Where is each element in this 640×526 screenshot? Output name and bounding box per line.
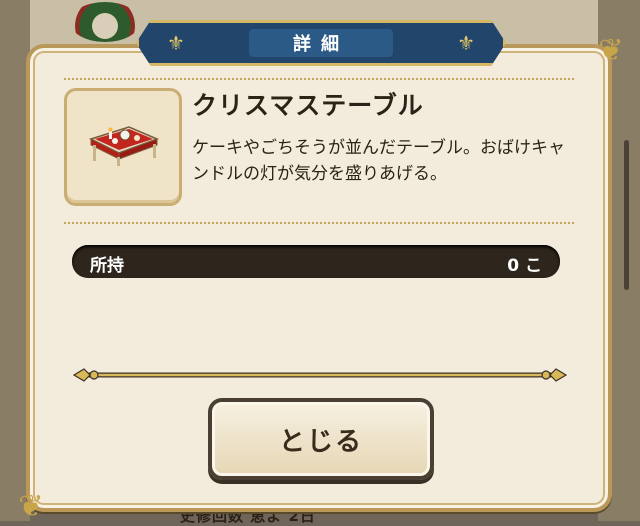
item-thumbnail [64,88,182,206]
fleur-de-lis-icon: ⚜ [167,31,185,55]
item-name: クリスマステーブル [192,91,424,120]
corner-ornament-icon: ❦ [598,33,624,68]
dialog-title-banner: ⚜ 詳細 ⚜ [136,20,506,66]
dialog-title: 詳細 [293,34,349,55]
ornamental-divider [72,368,568,382]
owned-value: 0 こ [507,256,542,276]
wreath-icon [70,2,140,42]
corner-ornament-icon: ❦ [18,489,44,524]
christmas-table-icon [89,126,160,166]
close-button-label: とじる [278,426,363,457]
owned-count-bar: 所持 0 こ [72,245,560,278]
dotted-divider [64,78,574,80]
close-button[interactable]: とじる [208,398,434,480]
dotted-divider [64,222,574,224]
dialog-title-plate: 詳細 [249,29,393,57]
owned-label: 所持 [90,256,124,276]
background-scrollbar[interactable] [624,140,629,290]
item-description: ケーキやごちそうが並んだテーブル。おばけキャンドルの灯が気分を盛りあげる。 [192,138,565,184]
fleur-de-lis-icon: ⚜ [457,31,475,55]
